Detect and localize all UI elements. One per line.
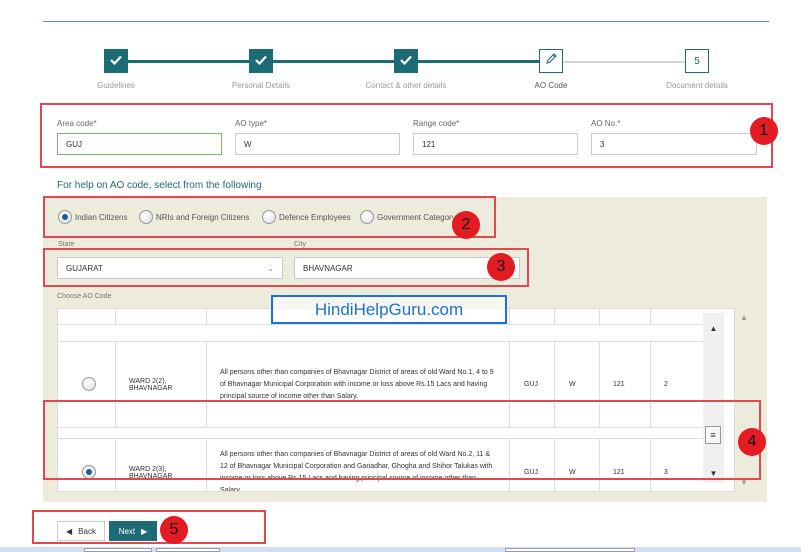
page-scroll-up-icon[interactable]: ▲ [738,313,750,322]
taskbar-item[interactable] [156,548,220,552]
step-number: 5 [694,55,700,67]
scroll-up-icon[interactable]: ▲ [703,321,724,335]
annotation-box [43,400,761,480]
table-header-cell [599,309,650,324]
step-label: Document details [666,81,728,90]
table-header-cell [115,309,206,324]
step-label: Personal Details [231,81,291,90]
checkmark-icon [110,52,122,70]
pencil-icon [545,52,558,70]
table-spacer-row [58,325,722,342]
annotation-badge: 2 [452,211,480,239]
checkmark-icon [255,52,267,70]
annotation-box [43,196,496,238]
step-contact-details[interactable] [394,49,418,73]
step-ao-code[interactable] [539,49,563,73]
step-label: Contact & other details [365,81,447,90]
step-label: AO Code [534,81,568,90]
annotation-box [43,248,529,287]
stepper-connector [564,61,685,63]
step-personal-details[interactable] [249,49,273,73]
taskbar-item[interactable] [84,548,152,552]
annotation-badge: 4 [738,428,766,456]
choose-ao-label: Choose AO Code [57,293,112,300]
step-document-details[interactable]: 5 [685,49,709,73]
table-header-cell [554,309,599,324]
annotation-badge: 1 [750,117,778,145]
annotation-badge: 5 [160,516,188,544]
step-guidelines[interactable] [104,49,128,73]
radio-button[interactable] [82,377,96,391]
table-header-cell [509,309,554,324]
annotation-box [32,510,266,544]
row-radio[interactable] [82,377,99,391]
top-divider [43,21,769,22]
stepper-connector [418,60,540,63]
taskbar-item[interactable] [505,548,635,552]
step-label: Guidelines [97,81,135,90]
annotation-badge: 3 [487,253,515,281]
city-label: City [294,241,307,248]
annotation-box [40,103,773,168]
checkmark-icon [400,52,412,70]
stepper-connector [128,60,250,63]
watermark: HindiHelpGuru.com [271,295,507,324]
ao-help-text: For help on AO code, select from the fol… [57,180,262,191]
stepper-connector [273,60,395,63]
state-label: State [58,241,75,248]
